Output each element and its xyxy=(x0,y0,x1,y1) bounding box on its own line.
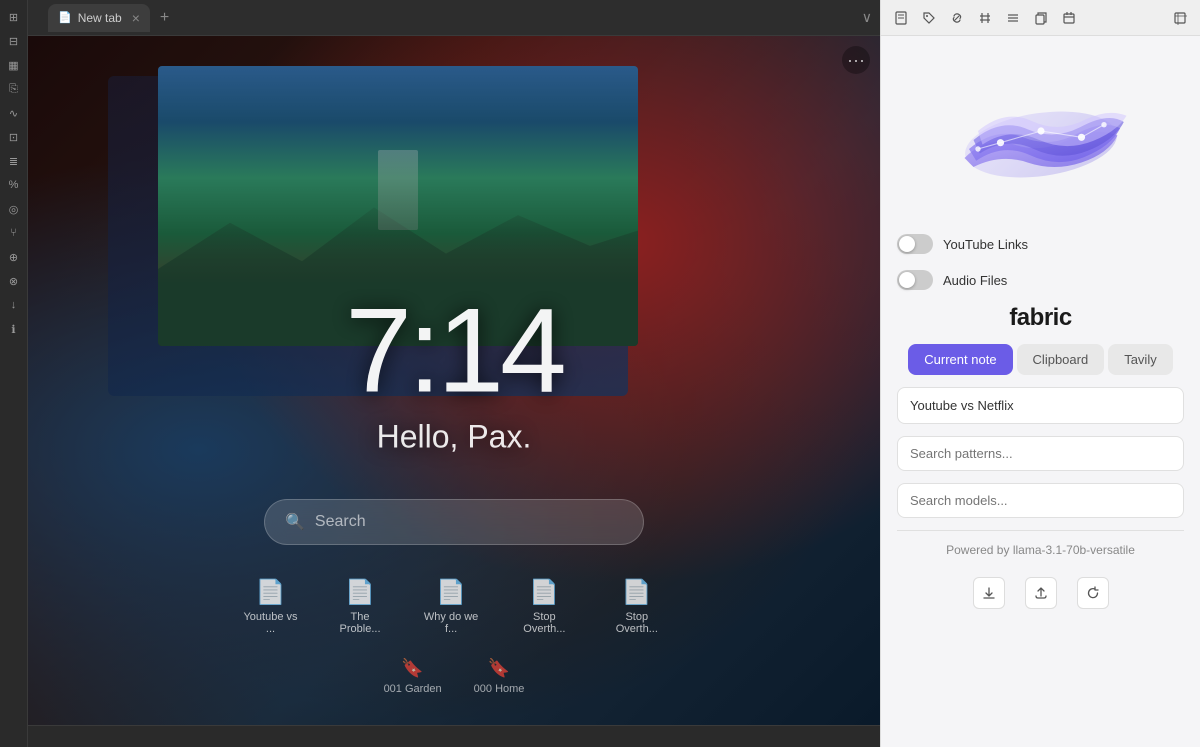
tab-bar: 📄 New tab × + ∨ xyxy=(28,0,880,36)
audio-toggle-label: Audio Files xyxy=(943,273,1007,288)
tab-dropdown-button[interactable]: ∨ xyxy=(862,9,872,26)
search-placeholder-text: Search xyxy=(315,513,366,531)
sidebar-icon-file[interactable]: ⎘ xyxy=(5,80,23,98)
sidebar-icon-download[interactable]: ↓ xyxy=(5,296,23,314)
bookmark-name-2: 000 Home xyxy=(474,683,525,695)
file-icon-4: 📄 xyxy=(529,578,559,607)
toolbar-copy-icon[interactable] xyxy=(1031,8,1051,28)
search-icon: 🔍 xyxy=(285,512,305,532)
right-toolbar xyxy=(881,0,1200,36)
clock-greeting: Hello, Pax. xyxy=(345,418,563,455)
search-models-input[interactable] xyxy=(897,483,1184,518)
search-patterns-input[interactable] xyxy=(897,436,1184,471)
file-name-3: Why do we f... xyxy=(420,611,482,635)
tab-page-icon: 📄 xyxy=(58,11,72,24)
file-name-1: Youtube vs ... xyxy=(241,611,300,635)
sidebar-icon-text[interactable]: ≣ xyxy=(5,152,23,170)
tab-close-button[interactable]: × xyxy=(132,10,140,26)
new-tab-button[interactable]: + xyxy=(154,9,175,27)
sidebar-icon-info[interactable]: ℹ xyxy=(5,320,23,338)
toolbar-link-icon[interactable] xyxy=(947,8,967,28)
recent-files: 📄 Youtube vs ... 📄 The Proble... 📄 Why d… xyxy=(241,578,667,635)
toolbar-hash-icon[interactable] xyxy=(975,8,995,28)
bookmark-2[interactable]: 🔖 000 Home xyxy=(474,658,525,695)
file-name-4: Stop Overth... xyxy=(514,611,574,635)
sidebar-icon-fork[interactable]: ⑂ xyxy=(5,224,23,242)
sidebar-icon-layout[interactable]: ⊡ xyxy=(5,128,23,146)
sidebar-icon-wave[interactable]: ∿ xyxy=(5,104,23,122)
active-tab[interactable]: 📄 New tab × xyxy=(48,4,150,32)
sidebar-icon-apps[interactable]: ⊟ xyxy=(5,32,23,50)
fabric-panel: YouTube Links Audio Files fabric Current… xyxy=(881,36,1200,747)
fabric-tabs: Current note Clipboard Tavily xyxy=(897,344,1184,375)
sidebar-icon-grid[interactable]: ⊞ xyxy=(5,8,23,26)
bookmark-1[interactable]: 🔖 001 Garden xyxy=(384,658,442,695)
sidebar-icon-person[interactable]: ⊗ xyxy=(5,272,23,290)
recent-file-1[interactable]: 📄 Youtube vs ... xyxy=(241,578,300,635)
left-sidebar: ⊞ ⊟ ▦ ⎘ ∿ ⊡ ≣ % ◎ ⑂ ⊕ ⊗ ↓ ℹ xyxy=(0,0,28,747)
recent-file-4[interactable]: 📄 Stop Overth... xyxy=(514,578,574,635)
file-icon-1: 📄 xyxy=(256,578,286,607)
sidebar-icon-bag[interactable]: ⊕ xyxy=(5,248,23,266)
bottom-icons-row xyxy=(973,569,1109,617)
bookmark-icon-1: 🔖 xyxy=(401,658,423,679)
bookmark-icon-2: 🔖 xyxy=(488,658,510,679)
toolbar-calendar-icon[interactable] xyxy=(1059,8,1079,28)
recent-file-2[interactable]: 📄 The Proble... xyxy=(332,578,388,635)
refresh-action-button[interactable] xyxy=(1077,577,1109,609)
youtube-toggle-label: YouTube Links xyxy=(943,237,1028,252)
file-name-2: The Proble... xyxy=(332,611,388,635)
tab-title: New tab xyxy=(78,11,122,25)
tab-tavily[interactable]: Tavily xyxy=(1108,344,1173,375)
recent-file-5[interactable]: 📄 Stop Overth... xyxy=(607,578,667,635)
upload-action-button[interactable] xyxy=(1025,577,1057,609)
file-icon-2: 📄 xyxy=(345,578,375,607)
fabric-logo xyxy=(941,60,1141,220)
sidebar-icon-percent[interactable]: % xyxy=(5,176,23,194)
tab-current-note[interactable]: Current note xyxy=(908,344,1012,375)
toolbar-file-icon[interactable] xyxy=(891,8,911,28)
youtube-toggle[interactable] xyxy=(897,234,933,254)
file-icon-5: 📄 xyxy=(622,578,652,607)
more-options-button[interactable]: ··· xyxy=(842,46,870,74)
note-value: Youtube vs Netflix xyxy=(910,398,1014,413)
bookmark-name-1: 001 Garden xyxy=(384,683,442,695)
search-container: 🔍 Search xyxy=(264,499,644,545)
file-name-5: Stop Overth... xyxy=(607,611,667,635)
recent-file-3[interactable]: 📄 Why do we f... xyxy=(420,578,482,635)
toolbar-expand-icon[interactable] xyxy=(1170,8,1190,28)
file-icon-3: 📄 xyxy=(436,578,466,607)
panel-separator xyxy=(897,530,1184,531)
audio-toggle[interactable] xyxy=(897,270,933,290)
note-display: Youtube vs Netflix xyxy=(897,387,1184,424)
powered-by-text: Powered by llama-3.1-70b-versatile xyxy=(946,543,1135,557)
main-area: 📄 New tab × + ∨ ··· 7:14 Hello, Pax. 🔍 S… xyxy=(28,0,880,747)
audio-toggle-row: Audio Files xyxy=(897,268,1184,292)
fabric-brand-name: fabric xyxy=(1009,304,1071,332)
bookmarks-row: 🔖 001 Garden 🔖 000 Home xyxy=(384,658,525,695)
right-panel: YouTube Links Audio Files fabric Current… xyxy=(880,0,1200,747)
toolbar-menu-icon[interactable] xyxy=(1003,8,1023,28)
browser-content: ··· 7:14 Hello, Pax. 🔍 Search 📄 Youtube … xyxy=(28,36,880,725)
youtube-toggle-row: YouTube Links xyxy=(897,232,1184,256)
tab-clipboard[interactable]: Clipboard xyxy=(1017,344,1105,375)
clock-time: 7:14 xyxy=(345,290,563,410)
clock-overlay: 7:14 Hello, Pax. xyxy=(345,290,563,455)
toolbar-tag-icon[interactable] xyxy=(919,8,939,28)
sidebar-icon-calendar[interactable]: ▦ xyxy=(5,56,23,74)
search-bar[interactable]: 🔍 Search xyxy=(264,499,644,545)
waterfall xyxy=(378,150,418,230)
sidebar-icon-clock[interactable]: ◎ xyxy=(5,200,23,218)
download-action-button[interactable] xyxy=(973,577,1005,609)
status-bar xyxy=(28,725,880,747)
